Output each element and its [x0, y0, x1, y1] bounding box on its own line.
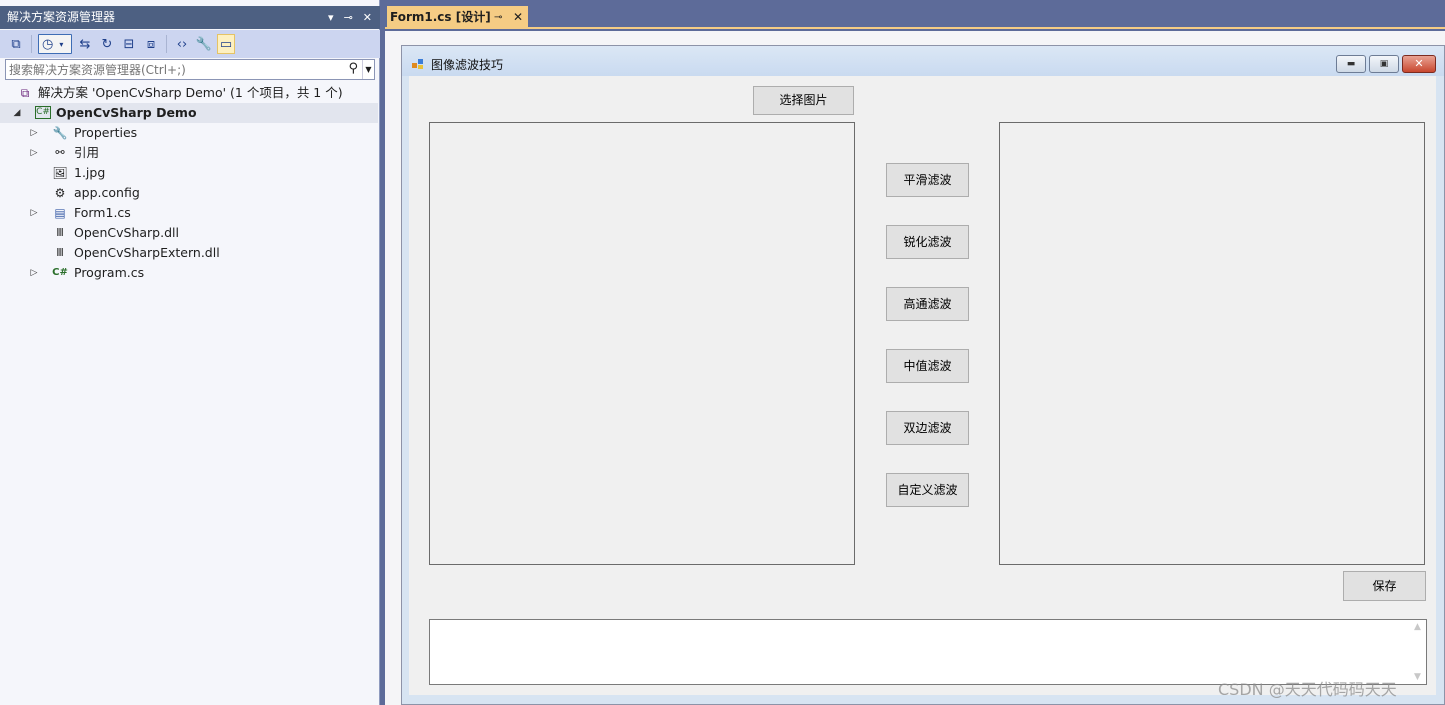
csharp-file-icon: C#: [52, 267, 68, 278]
form-icon: ▤: [54, 206, 66, 220]
tree-item-label: OpenCvSharp.dll: [74, 225, 179, 240]
wrench-icon: 🔧: [52, 126, 68, 140]
collapsed-arrow-icon[interactable]: ▷: [28, 143, 40, 163]
project-label: OpenCvSharp Demo: [56, 105, 197, 120]
search-icon[interactable]: ⚲: [348, 61, 358, 76]
scroll-down-icon[interactable]: ▼: [1409, 672, 1426, 682]
pin-icon[interactable]: ⊸: [494, 6, 502, 29]
tree-item-form1[interactable]: ▷ ▤ Form1.cs: [0, 203, 378, 223]
tree-item-label: Program.cs: [74, 265, 145, 280]
tree-item-label: Form1.cs: [74, 205, 131, 220]
tree-item-label: Properties: [74, 125, 138, 140]
solution-icon: ⧉: [20, 86, 30, 100]
form-window-icon: [412, 59, 423, 69]
chevron-down-icon[interactable]: ▼: [362, 60, 374, 79]
solution-search-box[interactable]: ⚲ ▼: [5, 59, 375, 80]
close-tab-icon[interactable]: ✕: [513, 6, 523, 29]
close-icon[interactable]: ✕: [363, 6, 372, 29]
tree-item-solution[interactable]: ⧉ 解决方案 'OpenCvSharp Demo' (1 个项目，共 1 个): [0, 83, 378, 103]
bilateral-filter-button[interactable]: 双边滤波: [886, 411, 969, 445]
tree-item-label: OpenCvSharpExtern.dll: [74, 245, 220, 260]
collapsed-arrow-icon[interactable]: ▷: [28, 263, 40, 283]
sharpen-filter-button[interactable]: 锐化滤波: [886, 225, 969, 259]
log-scrollbar[interactable]: ▲ ▼: [1409, 620, 1426, 684]
custom-filter-button[interactable]: 自定义滤波: [886, 473, 969, 507]
solution-explorer-titlebar: 解决方案资源管理器 ▾ ⊸ ✕: [0, 6, 380, 29]
properties-icon[interactable]: 🔧: [195, 34, 213, 54]
panel-title: 解决方案资源管理器: [7, 10, 116, 24]
library-icon: Ⅲ: [56, 226, 64, 239]
scroll-up-icon[interactable]: ▲: [1409, 622, 1426, 632]
preview-selected-icon[interactable]: ▭: [217, 34, 235, 54]
tree-item-label: app.config: [74, 185, 140, 200]
median-filter-button[interactable]: 中值滤波: [886, 349, 969, 383]
collapsed-arrow-icon[interactable]: ▷: [28, 203, 40, 223]
tab-form1-design[interactable]: Form1.cs [设计] ⊸ ✕: [387, 6, 528, 29]
collapse-all-icon[interactable]: ⊟: [120, 34, 138, 54]
tree-item-appconfig[interactable]: ⚙ app.config: [0, 183, 378, 203]
smooth-filter-button[interactable]: 平滑滤波: [886, 163, 969, 197]
search-input[interactable]: [6, 60, 341, 79]
vs-switch-views-icon[interactable]: ⧉: [7, 34, 25, 54]
refresh-icon[interactable]: ↻: [98, 34, 116, 54]
pin-icon[interactable]: ⊸: [344, 6, 353, 29]
form-title: 图像滤波技巧: [431, 58, 504, 72]
toolbar-separator: [166, 35, 167, 53]
close-button[interactable]: ✕: [1402, 55, 1436, 73]
config-file-icon: ⚙: [54, 186, 66, 200]
tree-item-opencvsharp-dll[interactable]: Ⅲ OpenCvSharp.dll: [0, 223, 378, 243]
form-titlebar: [402, 46, 1444, 76]
tab-label: Form1.cs [设计]: [390, 10, 491, 24]
tree-item-references[interactable]: ▷ ⚯ 引用: [0, 143, 378, 163]
solution-label: 解决方案 'OpenCvSharp Demo' (1 个项目，共 1 个): [38, 85, 343, 100]
tree-item-1jpg[interactable]: 🖼 1.jpg: [0, 163, 378, 183]
tree-item-program[interactable]: ▷ C# Program.cs: [0, 263, 378, 283]
tree-item-label: 引用: [74, 145, 100, 160]
save-button[interactable]: 保存: [1343, 571, 1426, 601]
references-icon: ⚯: [55, 146, 65, 159]
select-image-button[interactable]: 选择图片: [753, 86, 854, 115]
view-code-icon[interactable]: ‹›: [173, 34, 191, 54]
solution-explorer-panel: 解决方案资源管理器 ▾ ⊸ ✕ ⧉ ◷▾ ⇆ ↻ ⊟ ⧈ ‹› 🔧 ▭ ⚲ ▼ …: [0, 0, 380, 705]
editor-tab-strip: Form1.cs [设计] ⊸ ✕: [385, 0, 1445, 29]
maximize-button[interactable]: ▣: [1369, 55, 1399, 73]
result-picture-box[interactable]: [999, 122, 1425, 565]
highpass-filter-button[interactable]: 高通滤波: [886, 287, 969, 321]
minimize-button[interactable]: ▬: [1336, 55, 1366, 73]
collapsed-arrow-icon[interactable]: ▷: [28, 123, 40, 143]
dropdown-arrow-icon[interactable]: ▾: [328, 6, 334, 29]
toolbar-separator: [31, 35, 32, 53]
watermark: CSDN @天天代码码天天: [1218, 680, 1397, 699]
image-file-icon: 🖼: [52, 166, 68, 180]
library-icon: Ⅲ: [56, 246, 64, 259]
tree-item-properties[interactable]: ▷ 🔧 Properties: [0, 123, 378, 143]
solution-explorer-toolbar: ⧉ ◷ ▾ ⇆ ↻ ⊟ ⧈ ‹› 🔧 ▭: [0, 30, 380, 58]
tree-item-opencvsharpextern-dll[interactable]: Ⅲ OpenCvSharpExtern.dll: [0, 243, 378, 263]
expanded-arrow-icon[interactable]: ◢: [11, 103, 23, 123]
sync-icon[interactable]: ⇆: [76, 34, 94, 54]
history-icon[interactable]: ◷ ▾: [38, 34, 72, 54]
tree-item-label: 1.jpg: [74, 165, 106, 180]
show-all-files-icon[interactable]: ⧈: [142, 34, 160, 54]
source-picture-box[interactable]: [429, 122, 855, 565]
csharp-project-icon: C#: [35, 106, 51, 119]
tree-item-project[interactable]: ◢ C# OpenCvSharp Demo: [0, 103, 378, 123]
